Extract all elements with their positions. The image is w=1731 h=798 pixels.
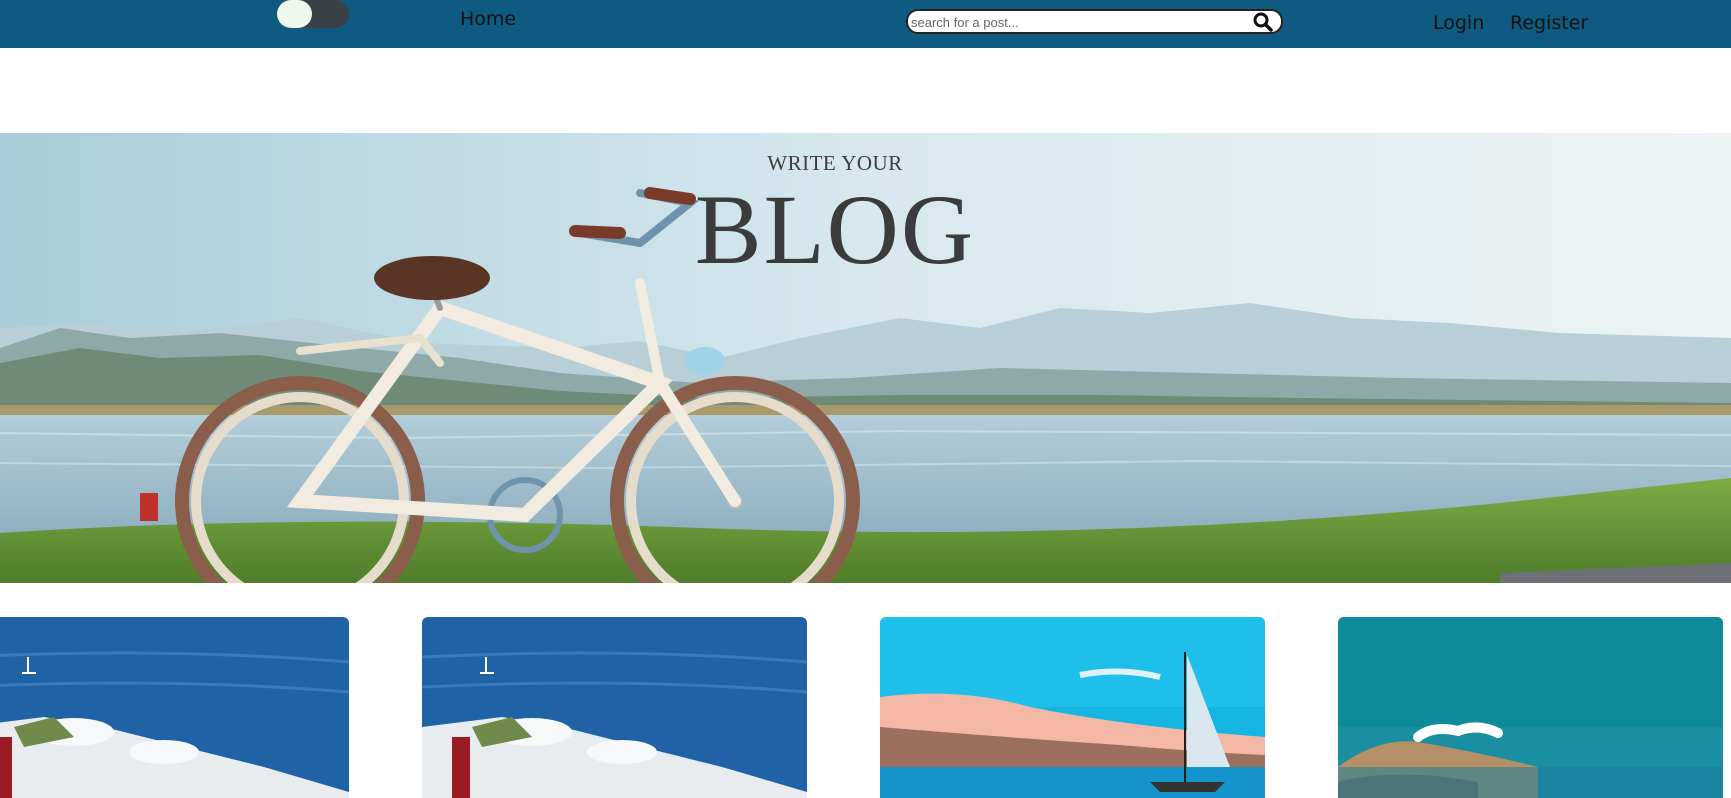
nav-register-link[interactable]: Register [1510,12,1588,34]
hero-banner: WRITE YOUR BLOG [0,133,1731,583]
post-image-santorini [0,617,349,798]
post-image-sailboat [880,617,1265,798]
top-navbar: Home Login Register [0,0,1731,48]
hero-kicker: WRITE YOUR [767,151,903,175]
post-image-santorini [422,617,807,798]
post-card[interactable] [422,617,807,798]
post-card[interactable] [1338,617,1723,798]
search-input[interactable] [911,13,1251,31]
search-bar [906,9,1283,34]
nav-home-link[interactable]: Home [460,8,516,30]
nav-login-link[interactable]: Login [1433,12,1484,34]
post-card[interactable] [0,617,349,798]
post-image-coastline [1338,617,1723,798]
theme-toggle[interactable] [277,0,349,28]
theme-toggle-knob [277,0,312,28]
hero-title: BLOG [694,174,976,285]
post-card[interactable] [880,617,1265,798]
search-icon[interactable] [1252,12,1274,32]
